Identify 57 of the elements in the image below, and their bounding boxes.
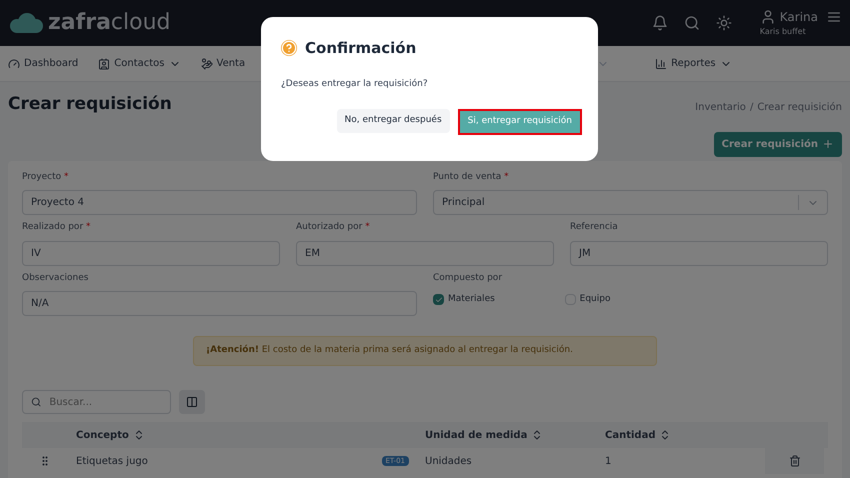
field-label: Proyecto * [22, 170, 70, 184]
help-icon [281, 40, 297, 56]
alert-message: ¡Atención! El costo de la materia prima será asignado al entregar la requisición. [206, 344, 573, 358]
search-input[interactable]: Buscar... [49, 394, 162, 410]
trash-icon[interactable] [788, 455, 800, 467]
field-label: Realizado por * [22, 221, 92, 234]
table-cell-text: Etiquetas jugo [76, 454, 148, 468]
textarea-field[interactable]: N/A [22, 291, 417, 316]
checkbox-label: Materiales [448, 293, 495, 306]
checkbox-label: Equipo [580, 293, 610, 306]
nav-icon [200, 58, 212, 70]
nav-icon [8, 58, 20, 70]
text-field[interactable]: Proyecto 4 [22, 190, 417, 215]
plus-icon [822, 138, 834, 150]
field-label: Observaciones [22, 272, 90, 284]
company-name: Karis buffet [760, 26, 807, 38]
nav-icon [655, 58, 668, 70]
bell-icon[interactable] [652, 15, 668, 31]
field-label: Punto de venta * [433, 170, 510, 184]
breadcrumb-item: Crear requisición [757, 101, 842, 115]
column-header[interactable]: Cantidad [597, 428, 765, 442]
nav-item[interactable]: Reportes [655, 56, 732, 71]
text-field[interactable]: JM [570, 240, 828, 266]
search-icon [31, 396, 42, 408]
nav-icon [98, 58, 110, 70]
search-icon[interactable] [684, 15, 700, 31]
dialog-title: Confirmación [305, 38, 416, 59]
search-field[interactable]: Buscar... [22, 390, 171, 414]
table-cell-text: Unidades [424, 454, 473, 468]
breadcrumb-item[interactable]: Inventario [695, 100, 746, 115]
check-icon [434, 296, 442, 304]
breadcrumb-separator: / [750, 101, 754, 115]
nav-item[interactable]: Venta [200, 56, 246, 71]
column-header[interactable]: Unidad de medida [417, 428, 597, 442]
logo-text: zafracloud [48, 12, 170, 34]
field-label: Referencia [570, 221, 619, 234]
confirm-button[interactable]: Si, entregar requisición [458, 109, 582, 135]
nav-item[interactable]: Dashboard [8, 56, 78, 71]
table-cell-text: 1 [604, 454, 612, 468]
text-field[interactable]: EM [296, 240, 554, 266]
nav-item[interactable]: Contactos [98, 56, 180, 71]
create-button[interactable]: Crear requisición [714, 132, 842, 156]
columns-icon [186, 396, 198, 408]
sun-icon[interactable] [716, 15, 732, 31]
text-field[interactable]: IV [22, 240, 280, 266]
cancel-button[interactable]: No, entregar después [336, 109, 450, 133]
field-label: Compuesto por [433, 272, 504, 284]
select-field[interactable]: Principal [433, 190, 828, 215]
checkbox[interactable] [433, 294, 444, 306]
columns-button[interactable] [179, 390, 205, 414]
user-icon [760, 9, 776, 25]
page-title: Crear requisición [8, 93, 172, 116]
cloud-logo-icon [8, 12, 44, 34]
column-header[interactable]: Concepto [68, 428, 417, 442]
dialog-message: ¿Deseas entregar la requisición? [281, 78, 429, 90]
user-name[interactable]: Karina [780, 8, 818, 26]
field-label: Autorizado por * [296, 221, 371, 234]
